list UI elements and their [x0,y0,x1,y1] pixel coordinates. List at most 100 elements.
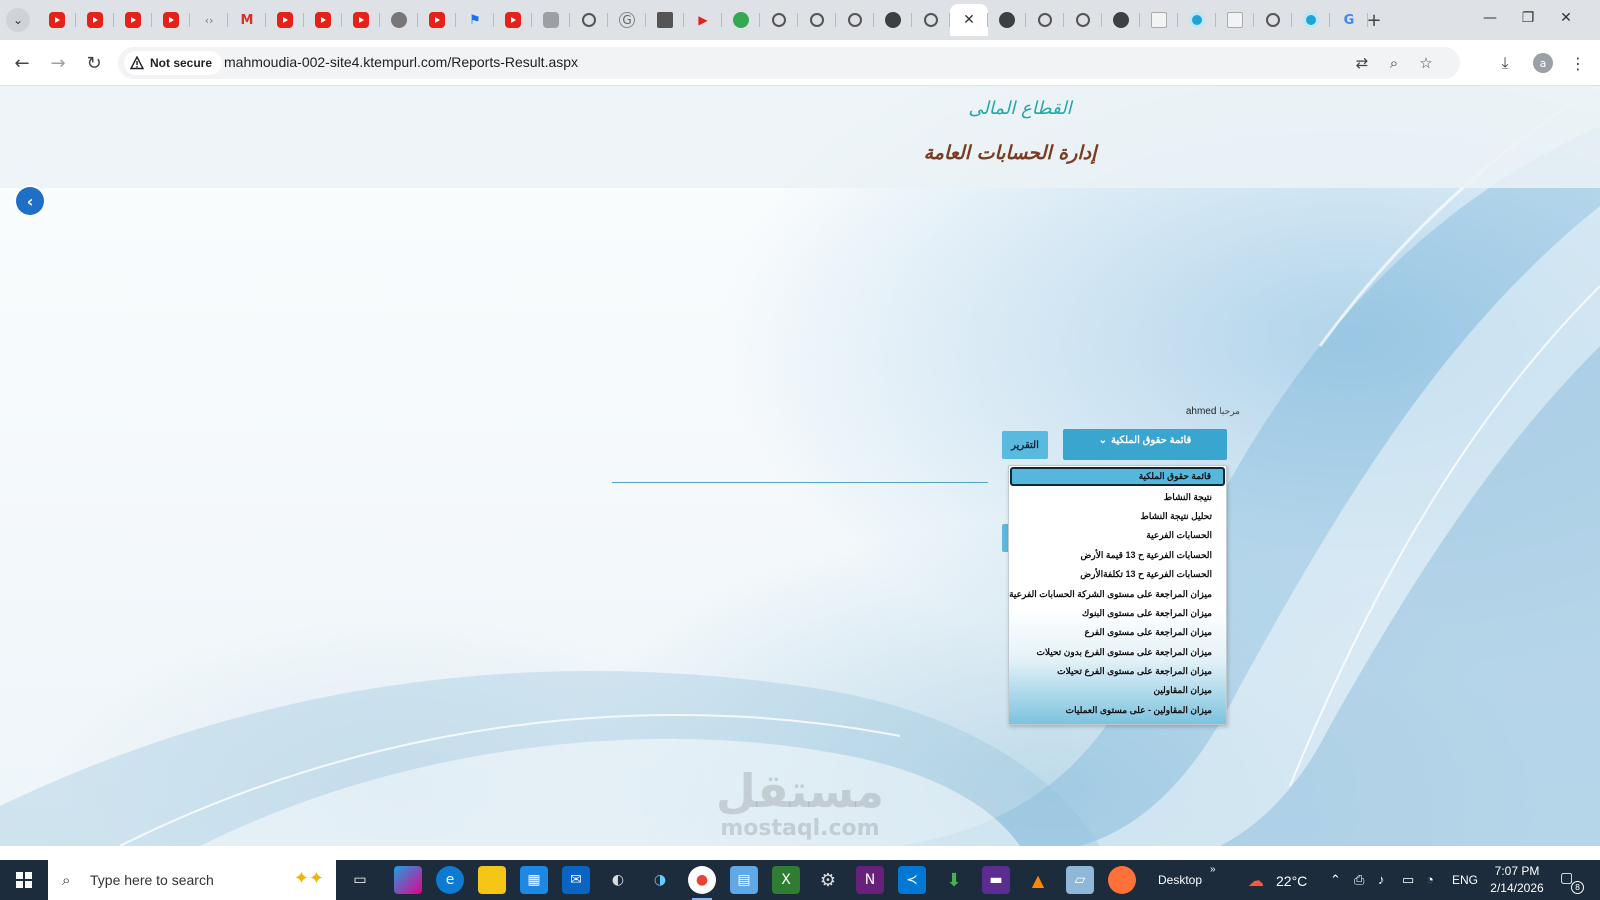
address-bar[interactable]: Not secure mahmoudia-002-site4.ktempurl.… [118,47,1460,79]
browser-tab[interactable] [874,4,912,36]
store-icon[interactable]: ▦ [520,866,548,894]
weather-temp[interactable]: 22°C [1276,873,1307,889]
outlook-icon[interactable]: ✉ [562,866,590,894]
dropdown-option[interactable]: نتيجة النشاط [1009,487,1226,506]
browser-tab[interactable]: M [228,4,266,36]
terminal-icon[interactable]: ▬ [982,866,1010,894]
browser-tab[interactable] [1064,4,1102,36]
browser-tab[interactable] [532,4,570,36]
dropdown-option[interactable]: الحسابات الفرعية ح 13 قيمة الأرض [1009,546,1226,565]
close-window-icon[interactable]: ✕ [1556,10,1576,26]
dropdown-option[interactable]: ميزان المراجعة على مستوى الشركة الحسابات… [1009,584,1226,603]
paint3d-icon[interactable]: ◑ [646,866,674,894]
browser-tab[interactable] [988,4,1026,36]
url-text[interactable]: mahmoudia-002-site4.ktempurl.com/Reports… [224,54,578,70]
forward-arrow-icon[interactable]: → [46,51,70,75]
notification-icon[interactable]: ▢ 8 [1560,870,1584,894]
visual-studio-icon[interactable]: N [856,866,884,894]
browser-tab[interactable] [722,4,760,36]
browser-tab[interactable]: ✕ [950,4,988,36]
menu-kebab-icon[interactable]: ⋮ [1566,51,1590,75]
file-explorer-icon[interactable] [478,866,506,894]
browser-tab[interactable] [380,4,418,36]
task-view-icon[interactable]: ▭ [346,866,374,894]
browser-tab[interactable] [1292,4,1330,36]
reload-icon[interactable]: ↻ [82,51,106,75]
vscode-icon[interactable]: ≺ [898,866,926,894]
tray-expand-icon[interactable]: ⌃ [1330,872,1341,888]
browser-tab[interactable] [1026,4,1064,36]
clock[interactable]: 7:07 PM 2/14/2026 [1484,863,1550,897]
meet-icon[interactable]: ⎙ [1354,872,1364,888]
taskbar-search[interactable]: ⌕ Type here to search ✦✦ [48,860,336,900]
paint-icon[interactable]: ◐ [604,866,632,894]
wifi-icon[interactable]: ◔ [1426,872,1434,887]
browser-tab[interactable] [1254,4,1292,36]
browser-tab[interactable] [76,4,114,36]
report-button[interactable]: التقرير [1002,431,1048,459]
tab-search-button[interactable]: ⌄ [6,8,30,32]
browser-tab[interactable] [342,4,380,36]
restore-icon[interactable]: ❐ [1518,10,1538,26]
browser-tab[interactable] [494,4,532,36]
windows-start-button[interactable] [0,860,48,900]
zoom-icon[interactable]: ⌕ [1384,53,1404,73]
browser-tab[interactable]: ▶ [684,4,722,36]
back-arrow-icon[interactable]: ← [10,51,34,75]
browser-tab[interactable] [152,4,190,36]
dropdown-option[interactable]: ميزان المقاولين - على مستوى العمليات [1009,701,1226,720]
browser-tab[interactable] [760,4,798,36]
dropdown-option[interactable]: الحسابات الفرعية ح 13 تكلفةالأرض [1009,565,1226,584]
browser-tab[interactable] [798,4,836,36]
volume-icon[interactable]: ♪ [1378,872,1385,887]
chrome-icon[interactable]: ● [688,866,716,900]
notepad-icon[interactable]: ▱ [1066,866,1094,894]
browser-tab[interactable] [1102,4,1140,36]
bookmark-star-icon[interactable]: ☆ [1416,53,1436,73]
back-chevron-icon[interactable]: ‹ [16,187,44,215]
firefox-icon[interactable] [1108,866,1136,894]
dropdown-option[interactable]: ميزان المقاولين [1009,681,1226,700]
dropdown-option[interactable]: قائمة حقوق الملكية [1010,467,1225,487]
browser-tab[interactable] [418,4,456,36]
battery-icon[interactable]: ▭ [1402,872,1414,888]
browser-tab[interactable] [912,4,950,36]
browser-tab[interactable]: G [608,4,646,36]
language-indicator[interactable]: ENG [1452,873,1478,887]
new-tab-button[interactable]: + [1362,8,1386,32]
dropdown-option[interactable]: ميزان المراجعة على مستوى البنوك [1009,604,1226,623]
browser-tab[interactable]: ⚑ [456,4,494,36]
desktop-app-icon[interactable]: ▤ [730,866,758,894]
report-select[interactable]: ⌄ قائمة حقوق الملكية [1063,429,1227,460]
browser-tab[interactable] [1178,4,1216,36]
download-icon[interactable]: ⤓ [1493,51,1517,75]
dropdown-option[interactable]: تحليل نتيجة النشاط [1009,507,1226,526]
browser-tab[interactable] [836,4,874,36]
browser-tab[interactable] [570,4,608,36]
settings-gear-icon[interactable]: ⚙ [814,866,842,894]
security-chip[interactable]: Not secure [124,51,223,75]
dropdown-option[interactable]: ميزان المراجعة على مستوى الفرع [1009,623,1226,642]
minimize-icon[interactable]: — [1480,10,1500,26]
desktop-toolbar-label[interactable]: Desktop [1158,873,1202,887]
edge-icon[interactable]: e [436,866,464,894]
download-manager-icon[interactable]: ⬇ [940,866,968,894]
browser-tab[interactable] [114,4,152,36]
dropdown-option[interactable]: ميزان المراجعة على مستوى الفرع بدون تحيل… [1009,643,1226,662]
browser-tab[interactable] [1140,4,1178,36]
chevron-up-icon[interactable]: » [1210,864,1216,875]
dropdown-option[interactable]: ميزان المراجعة على مستوى الفرع تحيلات [1009,662,1226,681]
translate-icon[interactable]: ⇄ [1352,53,1372,73]
close-icon[interactable]: ✕ [961,12,977,28]
browser-tab[interactable] [646,4,684,36]
vlc-icon[interactable]: ▲ [1024,866,1052,894]
browser-tab[interactable] [38,4,76,36]
browser-tab[interactable] [1216,4,1254,36]
copilot-icon[interactable] [394,866,422,894]
weather-icon[interactable]: ☁ [1242,866,1270,894]
browser-tab[interactable] [266,4,304,36]
avatar[interactable]: a [1533,53,1553,73]
browser-tab[interactable]: ‹› [190,4,228,36]
browser-tab[interactable] [304,4,342,36]
excel-icon[interactable]: X [772,866,800,894]
